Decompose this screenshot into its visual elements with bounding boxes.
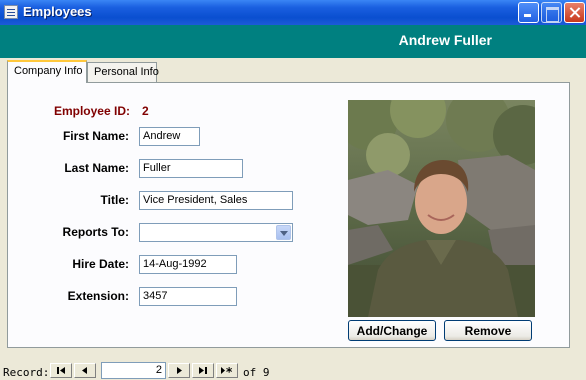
title-label: Title:: [100, 193, 129, 207]
first-record-icon: [57, 367, 65, 374]
employees-window: Employees Andrew Fuller Company Info Per…: [0, 0, 586, 380]
header-band: Andrew Fuller: [0, 25, 586, 58]
hire-date-field[interactable]: 14-Aug-1992: [139, 255, 237, 274]
previous-record-button[interactable]: [74, 363, 96, 378]
minimize-button[interactable]: [518, 2, 539, 23]
employee-id-label: Employee ID:: [53, 104, 130, 118]
previous-record-icon: [82, 367, 87, 374]
employee-id-value: 2: [142, 104, 149, 118]
employee-photo: [348, 100, 535, 317]
chevron-down-icon[interactable]: [276, 225, 291, 240]
next-record-button[interactable]: [168, 363, 190, 378]
last-name-field[interactable]: Fuller: [139, 159, 243, 178]
tab-personal-info[interactable]: Personal Info: [87, 62, 159, 82]
current-record-field[interactable]: 2: [101, 362, 166, 379]
window-title: Employees: [23, 4, 92, 19]
first-name-field[interactable]: Andrew: [139, 127, 200, 146]
title-field[interactable]: Vice President, Sales: [139, 191, 293, 210]
reports-to-label: Reports To:: [62, 225, 129, 239]
last-name-label: Last Name:: [64, 161, 129, 175]
title-bar[interactable]: Employees: [0, 0, 586, 25]
add-change-photo-button[interactable]: Add/Change: [348, 320, 436, 341]
tab-company-info[interactable]: Company Info: [7, 60, 87, 83]
extension-field[interactable]: 3457: [139, 287, 237, 306]
reports-to-combobox[interactable]: [139, 223, 293, 242]
last-record-button[interactable]: [192, 363, 214, 378]
remove-photo-button[interactable]: Remove: [444, 320, 532, 341]
close-button[interactable]: [564, 2, 585, 23]
form-icon[interactable]: [4, 5, 18, 19]
hire-date-label: Hire Date:: [72, 257, 129, 271]
employee-name-heading: Andrew Fuller: [398, 32, 492, 48]
record-label: Record:: [3, 366, 50, 379]
next-record-icon: [177, 367, 182, 374]
extension-label: Extension:: [67, 289, 129, 303]
last-record-icon: [199, 367, 207, 374]
record-count: of 9: [243, 366, 270, 379]
svg-text:*: *: [226, 365, 233, 377]
first-record-button[interactable]: [50, 363, 72, 378]
new-record-icon: *: [221, 365, 233, 377]
new-record-button[interactable]: *: [216, 363, 238, 378]
first-name-label: First Name:: [62, 129, 129, 143]
maximize-button[interactable]: [541, 2, 562, 23]
